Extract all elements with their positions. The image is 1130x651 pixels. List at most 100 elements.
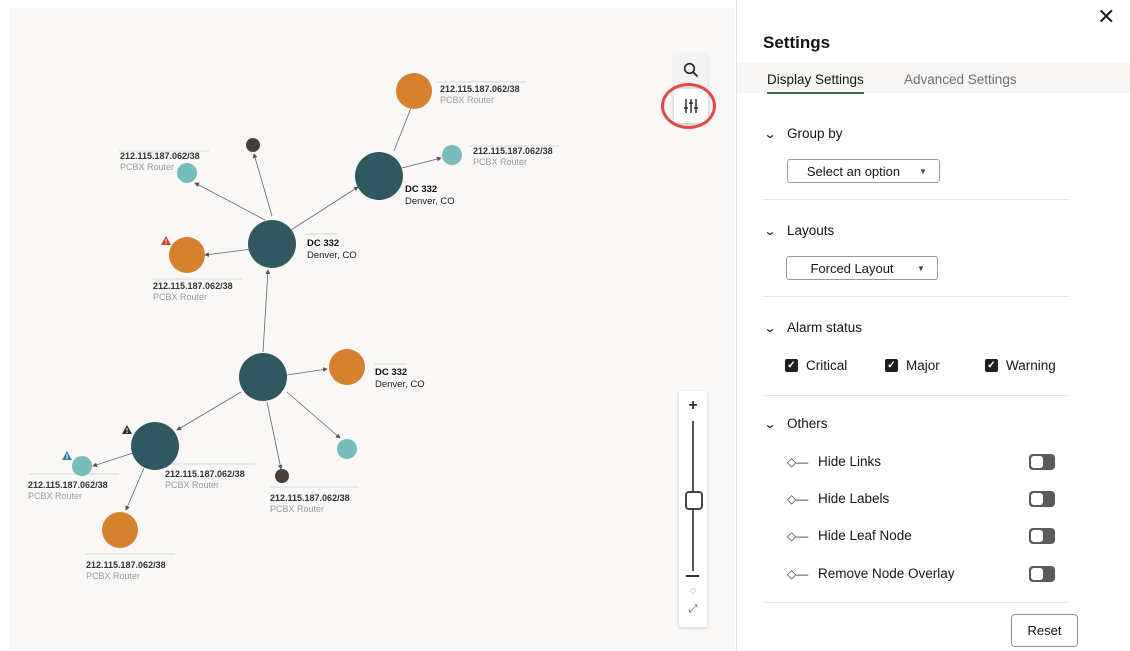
node-label-type: PCBX Router [270, 504, 324, 514]
divider [763, 395, 1069, 396]
edge [204, 248, 253, 257]
edge [393, 102, 414, 152]
zoom-control[interactable]: + ◌ ⤢ [679, 391, 707, 627]
node-label-ip: 212.115.187.062/38 [28, 480, 108, 490]
node-label-ip: 212.115.187.062/38 [473, 146, 553, 156]
router-node[interactable] [442, 145, 462, 165]
critical-alarm-icon: ! [161, 236, 171, 246]
chevron-down-icon: ⌄ [763, 320, 777, 335]
dc-label-name: DC 332 [405, 184, 437, 195]
edge [194, 182, 266, 221]
panel-title: Settings [763, 33, 831, 52]
search-button[interactable] [674, 53, 708, 87]
zoom-in-button[interactable]: + [679, 397, 707, 415]
node-label-ip: 212.115.187.062/38 [153, 281, 233, 291]
dc-label-location: Denver, CO [405, 196, 455, 207]
dc-node[interactable] [131, 422, 179, 470]
router-node[interactable] [177, 163, 197, 183]
svg-text:!: ! [165, 239, 167, 246]
router-node[interactable] [102, 512, 138, 548]
alarm-status-header[interactable]: ⌄ Alarm status [763, 320, 863, 335]
diamond-line-icon: ◇— [787, 491, 809, 506]
warning-checkbox[interactable]: ✓ Warning [985, 358, 1056, 373]
hide-leaf-node-toggle[interactable] [1029, 528, 1055, 544]
leaf-node[interactable] [275, 469, 289, 483]
tab-advanced-settings[interactable]: Advanced Settings [904, 72, 1017, 87]
expand-icon[interactable]: ⤢ [679, 603, 707, 616]
router-node[interactable] [169, 237, 205, 273]
fit-icon[interactable]: ◌ [679, 585, 707, 597]
hide-labels-row: ◇— Hide Labels [787, 491, 889, 506]
edge [125, 467, 145, 511]
edge [401, 156, 442, 169]
tab-display-settings[interactable]: Display Settings [767, 72, 864, 94]
dc-label-location: Denver, CO [307, 250, 357, 261]
option-label: Hide Links [818, 454, 882, 469]
zoom-slider-handle[interactable] [685, 491, 703, 510]
reset-button[interactable]: Reset [1011, 614, 1078, 647]
edge [92, 452, 134, 468]
node-label-type: PCBX Router [473, 157, 527, 167]
diamond-line-icon: ◇— [787, 566, 809, 581]
node-label-type: PCBX Router [86, 571, 140, 581]
topology-graph[interactable]: ! ! ! 212.115.187.062/38 PCBX Router 212… [9, 8, 735, 649]
zoom-out-button[interactable] [686, 575, 699, 577]
section-title: Others [787, 416, 828, 431]
node-label-ip: 212.115.187.062/38 [86, 560, 166, 570]
dc-label-name: DC 332 [375, 367, 407, 378]
router-node[interactable] [72, 456, 92, 476]
dc-node[interactable] [248, 220, 296, 268]
major-checkbox[interactable]: ✓ Major [885, 358, 940, 373]
node-label-type: PCBX Router [165, 480, 219, 490]
caret-down-icon: ▼ [919, 166, 927, 176]
option-label: Hide Leaf Node [818, 528, 912, 543]
critical-checkbox[interactable]: ✓ Critical [785, 358, 847, 373]
remove-node-overlay-toggle[interactable] [1029, 566, 1055, 582]
chevron-down-icon: ⌄ [763, 126, 777, 141]
layout-select[interactable]: Forced Layout ▼ [786, 256, 938, 280]
sliders-icon [684, 99, 698, 113]
search-icon [683, 62, 699, 78]
router-node[interactable] [329, 349, 365, 385]
hide-labels-toggle[interactable] [1029, 491, 1055, 507]
hide-links-toggle[interactable] [1029, 454, 1055, 470]
chevron-down-icon: ⌄ [763, 223, 777, 238]
router-node[interactable] [337, 439, 357, 459]
check-icon: ✓ [885, 359, 898, 372]
node-label-type: PCBX Router [153, 292, 207, 302]
hide-links-row: ◇— Hide Links [787, 454, 881, 469]
edge [266, 401, 283, 470]
node-label-ip: 212.115.187.062/38 [440, 84, 520, 94]
divider [763, 296, 1069, 297]
layouts-header[interactable]: ⌄ Layouts [763, 223, 835, 238]
router-node[interactable] [396, 73, 432, 109]
svg-text:!: ! [126, 428, 128, 435]
diamond-line-icon: ◇— [787, 454, 809, 469]
group-by-header[interactable]: ⌄ Group by [763, 126, 843, 141]
settings-button[interactable] [674, 89, 708, 123]
node-label-type: PCBX Router [28, 491, 82, 501]
chevron-down-icon: ⌄ [763, 416, 777, 431]
node-label-ip: 212.115.187.062/38 [165, 469, 245, 479]
node-label-ip: 212.115.187.062/38 [270, 493, 350, 503]
close-icon[interactable]: ✕ [1097, 6, 1115, 28]
select-value: Select an option [806, 163, 901, 179]
dc-label-name: DC 332 [307, 238, 339, 249]
checkbox-label: Critical [806, 358, 848, 373]
section-title: Alarm status [787, 320, 863, 335]
divider [763, 602, 1069, 603]
dc-label-location: Denver, CO [375, 379, 425, 390]
others-header[interactable]: ⌄ Others [763, 416, 828, 431]
settings-panel: ✕ Settings Display Settings Advanced Set… [736, 0, 1130, 651]
dc-node[interactable] [239, 353, 287, 401]
svg-text:!: ! [66, 454, 68, 461]
dc-node[interactable] [355, 152, 403, 200]
remove-node-overlay-row: ◇— Remove Node Overlay [787, 566, 955, 581]
topology-canvas[interactable]: ! ! ! 212.115.187.062/38 PCBX Router 212… [9, 8, 735, 649]
leaf-node[interactable] [246, 138, 260, 152]
edge [176, 391, 242, 431]
section-title: Group by [787, 126, 843, 141]
option-label: Remove Node Overlay [818, 566, 955, 581]
group-by-select[interactable]: Select an option ▼ [787, 159, 940, 183]
diamond-line-icon: ◇— [787, 528, 809, 543]
